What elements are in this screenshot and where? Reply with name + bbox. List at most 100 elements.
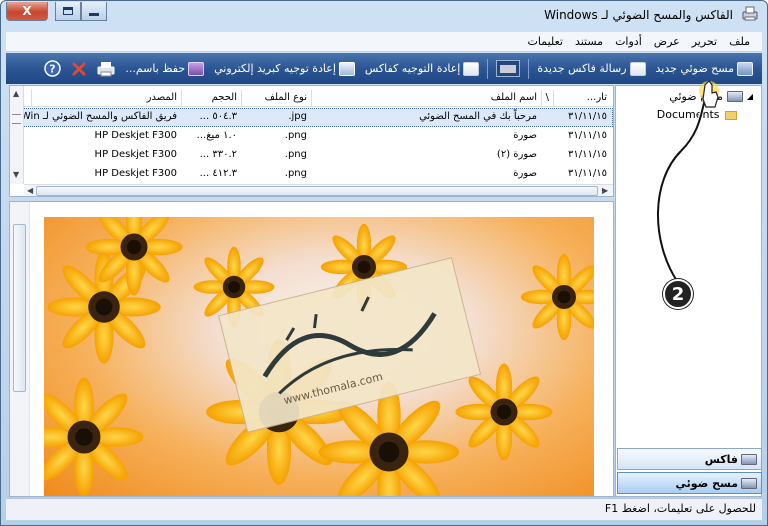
keyboard-icon bbox=[496, 60, 521, 77]
app-window: X الفاكس والمسح الضوئي لـ Windows ملف تح… bbox=[0, 0, 768, 526]
menu-document[interactable]: مستند bbox=[569, 35, 609, 48]
menu-bar: ملف تحرير عرض أدوات مستند تعليمات bbox=[6, 32, 762, 52]
column-type[interactable]: نوع الملف bbox=[241, 90, 311, 107]
menu-edit[interactable]: تحرير bbox=[686, 35, 723, 48]
file-list: تار... \ اسم الملف نوع الملف الحجم المصد… bbox=[9, 85, 614, 197]
app-icon bbox=[742, 6, 758, 21]
cell-name: صورة (٢) bbox=[496, 149, 537, 160]
new-fax-label: رسالة فاكس جديدة bbox=[537, 62, 627, 75]
menu-tools[interactable]: أدوات bbox=[609, 35, 648, 48]
window-title: الفاكس والمسح الضوئي لـ Windows bbox=[544, 8, 733, 22]
callout-badge: 2 bbox=[663, 279, 693, 309]
menu-view[interactable]: عرض bbox=[648, 35, 686, 48]
nav-scan-label: مسح ضوئي bbox=[675, 476, 738, 490]
forward-as-fax-label: إعادة التوجيه كفاكس bbox=[364, 62, 461, 75]
table-row[interactable]: ٣١/١١/١٥ صورة png. ١.٠ ميغ... HP Deskjet… bbox=[10, 127, 613, 146]
scroll-down-icon[interactable]: ▼ bbox=[13, 170, 19, 179]
save-icon bbox=[188, 61, 205, 76]
toolbar-separator bbox=[487, 58, 489, 79]
scanner-icon bbox=[737, 61, 753, 76]
cell-name: مرحباً بك في المسح الضوئي bbox=[419, 111, 537, 122]
list-vertical-scrollbar[interactable]: ▲ ▼ bbox=[10, 86, 24, 184]
title-bar: X الفاكس والمسح الضوئي لـ Windows bbox=[1, 1, 767, 31]
scroll-thumb[interactable] bbox=[36, 186, 598, 196]
scroll-thumb[interactable] bbox=[13, 224, 26, 392]
cell-type: jpg. bbox=[288, 111, 307, 122]
cell-type: png. bbox=[284, 168, 307, 179]
fax-forward-icon bbox=[463, 61, 480, 76]
column-source[interactable]: المصدر bbox=[31, 90, 181, 107]
cell-date: ٣١/١١/١٥ bbox=[568, 149, 607, 160]
scroll-up-icon[interactable]: ▲ bbox=[13, 89, 19, 98]
menu-help[interactable]: تعليمات bbox=[522, 35, 569, 48]
status-bar: للحصول على تعليمات، اضغط F1 bbox=[6, 498, 762, 520]
forward-as-email-label: إعادة توجيه كبريد إلكتروني bbox=[214, 62, 336, 75]
cell-source: HP Deskjet F300 bbox=[94, 130, 177, 141]
new-scan-label: مسح ضوئي جديد bbox=[655, 62, 734, 75]
cell-size: ٤١٢.٣ ... bbox=[199, 168, 237, 179]
cell-size: ٣٣٠.٢ ... bbox=[199, 149, 237, 160]
tree-item-scan-label: مسح ضوئي bbox=[669, 90, 723, 103]
delete-icon bbox=[72, 62, 86, 75]
fax-icon bbox=[629, 61, 646, 76]
save-as-button[interactable]: حفظ باسم... bbox=[120, 57, 209, 81]
scanner-icon bbox=[726, 91, 743, 102]
cell-type: png. bbox=[284, 130, 307, 141]
cell-date: ٣١/١١/١٥ bbox=[568, 130, 607, 141]
column-flag[interactable]: \ bbox=[541, 90, 553, 107]
toolbar-separator bbox=[528, 58, 530, 79]
cell-source: فريق الفاكس والمسح الضوئي لـ Win... bbox=[14, 111, 177, 122]
new-fax-button[interactable]: رسالة فاكس جديدة bbox=[532, 57, 650, 81]
table-row[interactable]: ٣١/١١/١٥ مرحباً بك في المسح الضوئي jpg. … bbox=[10, 108, 613, 127]
cell-type: png. bbox=[284, 149, 307, 160]
column-name[interactable]: اسم الملف bbox=[311, 90, 541, 107]
cell-name: صورة bbox=[513, 130, 537, 141]
cell-name: صورة bbox=[513, 168, 537, 179]
cell-size: ٥٠٤.٣ ... bbox=[199, 111, 237, 122]
list-header: تار... \ اسم الملف نوع الملف الحجم المصد… bbox=[10, 90, 613, 107]
email-forward-icon bbox=[338, 61, 355, 76]
table-row[interactable]: ٣١/١١/١٥ صورة (٢) png. ٣٣٠.٢ ... HP Desk… bbox=[10, 146, 613, 165]
scroll-grip-icon[interactable] bbox=[12, 114, 21, 124]
maximize-button[interactable] bbox=[55, 2, 81, 21]
scroll-right-icon[interactable]: ▶ bbox=[602, 186, 608, 195]
maximize-icon bbox=[63, 7, 73, 15]
preview-vertical-scrollbar[interactable] bbox=[10, 202, 30, 496]
column-size[interactable]: الحجم bbox=[181, 90, 241, 107]
cell-source: HP Deskjet F300 bbox=[94, 168, 177, 179]
save-as-label: حفظ باسم... bbox=[125, 62, 186, 75]
delete-button[interactable] bbox=[66, 57, 92, 81]
nav-fax-button[interactable]: فاكس bbox=[617, 448, 762, 470]
tree-expand-icon[interactable]: ◢ bbox=[747, 92, 753, 101]
table-row[interactable]: ٣١/١١/١٥ صورة png. ٤١٢.٣ ... HP Deskjet … bbox=[10, 165, 613, 184]
menu-file[interactable]: ملف bbox=[723, 35, 756, 48]
minimize-icon bbox=[89, 12, 99, 16]
tree-item-scan[interactable]: ◢ مسح ضوئي bbox=[669, 90, 753, 103]
forward-as-fax-button[interactable]: إعادة التوجيه كفاكس bbox=[360, 57, 484, 81]
help-button[interactable]: ? bbox=[39, 57, 66, 81]
toolbar: مسح ضوئي جديد رسالة فاكس جديدة إعادة الت… bbox=[6, 53, 762, 84]
print-icon bbox=[97, 61, 115, 76]
scanned-image: www.thomala.com bbox=[44, 217, 594, 496]
close-icon: X bbox=[22, 4, 32, 18]
close-button[interactable]: X bbox=[6, 2, 48, 21]
list-horizontal-scrollbar[interactable]: ◀ ▶ bbox=[24, 184, 613, 196]
nav-fax-label: فاكس bbox=[704, 452, 738, 466]
cell-date: ٣١/١١/١٥ bbox=[568, 111, 607, 122]
help-icon: ? bbox=[44, 60, 62, 77]
print-button[interactable] bbox=[92, 57, 120, 81]
new-scan-button[interactable]: مسح ضوئي جديد bbox=[651, 57, 758, 81]
scanner-icon bbox=[741, 477, 757, 489]
fax-icon bbox=[741, 453, 757, 465]
nav-scan-button[interactable]: مسح ضوئي bbox=[617, 472, 762, 494]
tree-item-documents[interactable]: Documents bbox=[657, 108, 737, 121]
column-date[interactable]: تار... bbox=[553, 90, 611, 107]
minimize-button[interactable] bbox=[81, 2, 107, 21]
status-text: للحصول على تعليمات، اضغط F1 bbox=[604, 502, 756, 515]
keyboard-button[interactable] bbox=[491, 57, 525, 81]
preview-pane: www.thomala.com bbox=[9, 201, 614, 497]
cell-size: ١.٠ ميغ... bbox=[196, 130, 237, 141]
cell-date: ٣١/١١/١٥ bbox=[568, 168, 607, 179]
forward-as-email-button[interactable]: إعادة توجيه كبريد إلكتروني bbox=[209, 57, 360, 81]
scroll-left-icon[interactable]: ◀ bbox=[27, 186, 33, 195]
